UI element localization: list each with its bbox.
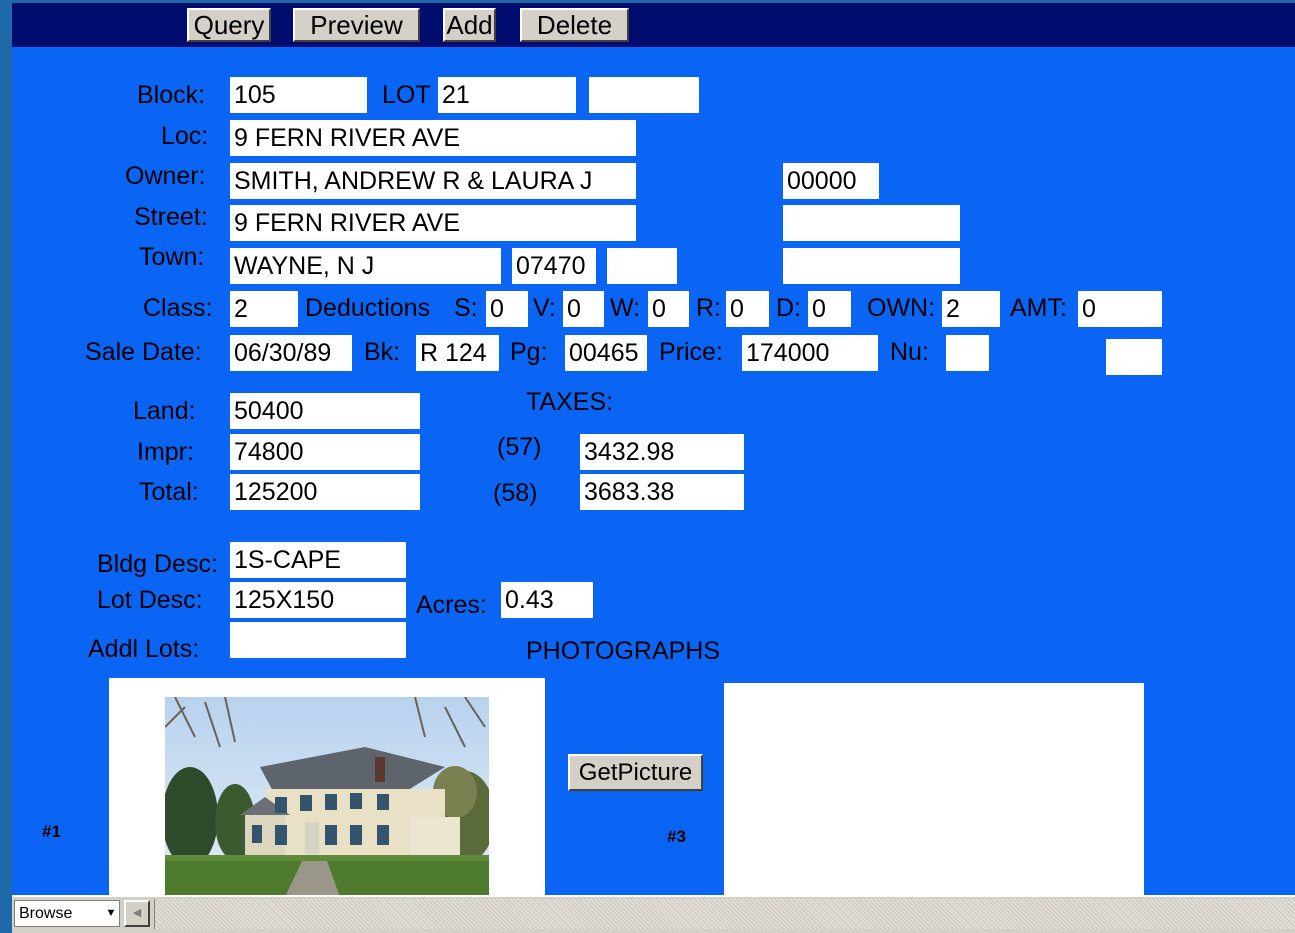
block-label: Block:: [137, 81, 206, 109]
acres-field[interactable]: 0.43: [501, 582, 593, 618]
house-photo: [165, 697, 489, 895]
nu-label: Nu:: [890, 338, 929, 366]
toolbar: Query Preview Add Delete: [12, 3, 1295, 47]
lot-desc-field[interactable]: 125X150: [230, 582, 406, 618]
photo1-label: #1: [42, 822, 61, 841]
d-field[interactable]: 0: [808, 291, 851, 327]
street-field[interactable]: 9 FERN RIVER AVE: [230, 205, 636, 241]
get-picture-button[interactable]: GetPicture: [568, 754, 703, 791]
addl-lots-field[interactable]: [230, 622, 406, 658]
own-label: OWN:: [867, 294, 936, 322]
class-field[interactable]: 2: [230, 291, 298, 327]
photo3-label: #3: [667, 827, 686, 846]
amt-field[interactable]: 0: [1078, 291, 1162, 327]
w-field[interactable]: 0: [648, 291, 689, 327]
d-label: D:: [776, 294, 801, 322]
tax58-field[interactable]: 3683.38: [580, 474, 744, 510]
lot-field[interactable]: 21: [438, 77, 576, 113]
town-extra-field[interactable]: [783, 248, 960, 284]
nu-field[interactable]: [946, 335, 989, 371]
loc-label: Loc:: [161, 122, 209, 150]
class-label: Class:: [143, 294, 213, 322]
addl-lots-label: Addl Lots:: [88, 635, 200, 663]
preview-button[interactable]: Preview: [293, 8, 420, 42]
loc-field[interactable]: 9 FERN RIVER AVE: [230, 120, 636, 156]
filemaker-window: Query Preview Add Delete Block: 105 LOT …: [0, 0, 1295, 933]
total-field[interactable]: 125200: [230, 474, 420, 510]
scroll-left-icon[interactable]: ◀: [124, 900, 150, 927]
taxes-label: TAXES:: [526, 388, 614, 416]
sale-date-field[interactable]: 06/30/89: [230, 335, 352, 371]
photographs-label: PHOTOGRAPHS: [526, 637, 721, 665]
lot-extra-field[interactable]: [589, 77, 699, 113]
deductions-label: Deductions: [305, 294, 431, 322]
land-field[interactable]: 50400: [230, 393, 420, 429]
pg-label: Pg:: [510, 338, 548, 366]
block-field[interactable]: 105: [230, 77, 367, 113]
horizontal-scrollbar-track[interactable]: [154, 899, 1295, 929]
amt-label: AMT:: [1010, 294, 1067, 322]
town-label: Town:: [139, 243, 205, 271]
town-field[interactable]: WAYNE, N J: [230, 248, 501, 284]
tax58-label: (58): [493, 479, 538, 507]
query-button[interactable]: Query: [187, 8, 271, 42]
owner-code-field[interactable]: 00000: [783, 163, 879, 199]
owner-label: Owner:: [125, 162, 206, 190]
zip-field[interactable]: 07470: [512, 248, 596, 284]
window-frame-left: [0, 0, 12, 933]
street-label: Street:: [134, 203, 208, 231]
photo3-frame[interactable]: [724, 683, 1144, 895]
nu-extra-field[interactable]: [1106, 339, 1162, 375]
v-label: V:: [533, 294, 556, 322]
r-field[interactable]: 0: [726, 291, 769, 327]
delete-button[interactable]: Delete: [520, 8, 629, 42]
bk-label: Bk:: [364, 338, 401, 366]
land-label: Land:: [133, 397, 196, 425]
status-bar: Browse ▼ ◀: [12, 895, 1295, 933]
sale-date-label: Sale Date:: [85, 338, 202, 366]
tax57-field[interactable]: 3432.98: [580, 434, 744, 470]
lot-desc-label: Lot Desc:: [97, 586, 203, 614]
own-field[interactable]: 2: [942, 291, 1000, 327]
r-label: R:: [696, 294, 721, 322]
price-label: Price:: [659, 338, 723, 366]
photo1-frame[interactable]: [109, 678, 545, 895]
w-label: W:: [610, 294, 641, 322]
acres-label: Acres:: [416, 591, 487, 619]
pg-field[interactable]: 00465: [565, 335, 647, 371]
zip-extra-field[interactable]: [607, 248, 677, 284]
impr-field[interactable]: 74800: [230, 434, 420, 470]
impr-label: Impr:: [137, 438, 194, 466]
price-field[interactable]: 174000: [742, 335, 878, 371]
owner-field[interactable]: SMITH, ANDREW R & LAURA J: [230, 163, 636, 199]
v-field[interactable]: 0: [563, 291, 604, 327]
add-button[interactable]: Add: [443, 8, 496, 42]
street-extra-field[interactable]: [783, 205, 960, 241]
bk-field[interactable]: R 124: [416, 335, 499, 371]
bldg-desc-field[interactable]: 1S-CAPE: [230, 542, 406, 578]
tax57-label: (57): [497, 433, 542, 461]
record-form: Block: 105 LOT 21 Loc: 9 FERN RIVER AVE …: [12, 47, 1295, 895]
s-label: S:: [454, 294, 478, 322]
chevron-down-icon[interactable]: ▼: [102, 900, 120, 927]
s-field[interactable]: 0: [486, 291, 528, 327]
lot-label: LOT: [382, 81, 431, 109]
bldg-desc-label: Bldg Desc:: [97, 550, 218, 578]
total-label: Total:: [139, 478, 199, 506]
